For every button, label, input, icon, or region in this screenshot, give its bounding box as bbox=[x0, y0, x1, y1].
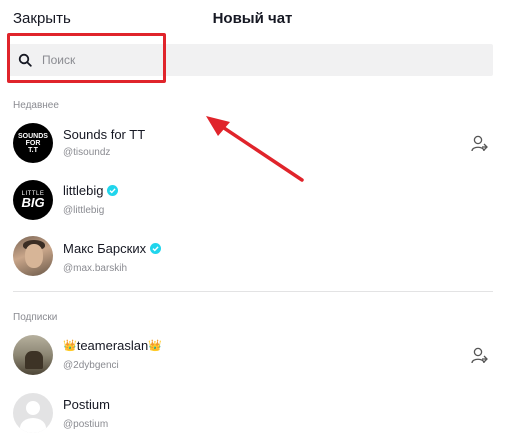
search-input[interactable] bbox=[8, 44, 493, 76]
add-user-icon[interactable] bbox=[470, 135, 490, 153]
avatar: LITTLE BIG bbox=[13, 180, 53, 220]
list-item[interactable]: Postium @postium bbox=[0, 388, 505, 436]
list-item[interactable]: Макс Барских @max.barskih bbox=[0, 232, 505, 280]
contact-name: Sounds for TT bbox=[63, 127, 146, 142]
contact-name: littlebig bbox=[63, 183, 119, 198]
contact-handle: @littlebig bbox=[63, 205, 105, 216]
list-item[interactable]: 👑 teameraslan 👑 @2dybgenci bbox=[0, 330, 505, 378]
list-item[interactable]: LITTLE BIG littlebig @littlebig bbox=[0, 174, 505, 222]
contact-handle: @max.barskih bbox=[63, 263, 128, 274]
contact-handle: @postium bbox=[63, 419, 109, 430]
contact-name: 👑 teameraslan 👑 bbox=[63, 338, 162, 353]
avatar: SOUNDS FOR T.T bbox=[13, 123, 53, 163]
crown-icon: 👑 bbox=[63, 340, 77, 352]
contact-name: Макс Барских bbox=[63, 241, 162, 256]
search-icon bbox=[18, 53, 32, 67]
contact-handle: @2dybgenci bbox=[63, 360, 119, 371]
section-label-following: Подписки bbox=[13, 312, 58, 323]
list-item[interactable]: SOUNDS FOR T.T Sounds for TT @tisoundz bbox=[0, 118, 505, 166]
section-divider bbox=[13, 291, 493, 292]
crown-icon: 👑 bbox=[148, 340, 162, 352]
contact-handle: @tisoundz bbox=[63, 147, 111, 158]
search-placeholder: Поиск bbox=[42, 53, 76, 67]
avatar bbox=[13, 335, 53, 375]
avatar bbox=[13, 236, 53, 276]
add-user-icon[interactable] bbox=[470, 347, 490, 365]
page-title: Новый чат bbox=[212, 10, 293, 27]
avatar bbox=[13, 393, 53, 433]
contact-name: Postium bbox=[63, 397, 110, 412]
section-label-recent: Недавнее bbox=[13, 100, 59, 111]
verified-badge-icon bbox=[107, 185, 119, 196]
verified-badge-icon bbox=[150, 243, 162, 254]
